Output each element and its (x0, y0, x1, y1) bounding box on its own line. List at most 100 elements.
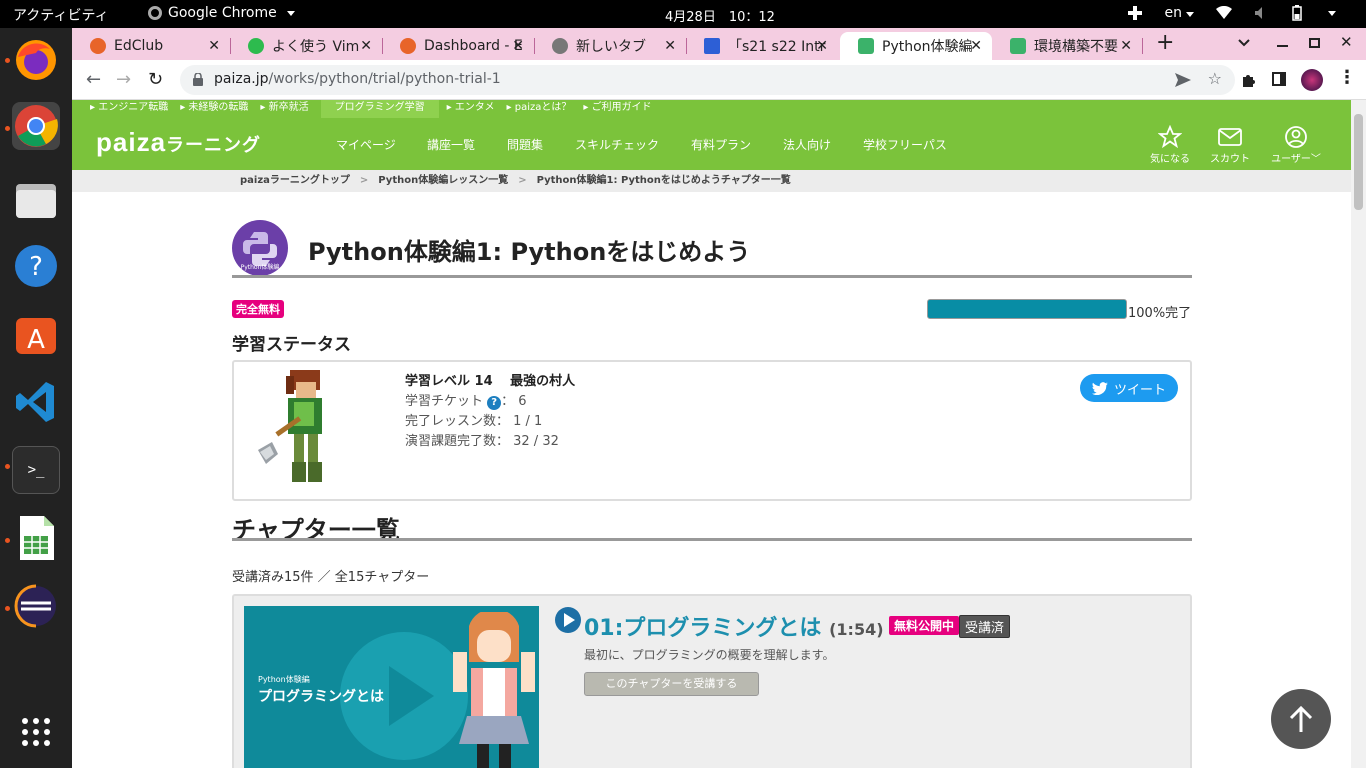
nav-scout[interactable]: スカウト (1204, 124, 1256, 165)
bookmark-star-icon[interactable]: ☆ (1208, 69, 1222, 88)
nav-business[interactable]: 法人向け (783, 136, 831, 153)
tab-close-icon[interactable]: ✕ (360, 38, 372, 54)
tab-close-icon[interactable]: ✕ (970, 38, 982, 54)
restore-icon[interactable] (1309, 38, 1320, 48)
language-indicator[interactable]: en (1165, 5, 1194, 21)
extensions-icon[interactable] (1241, 72, 1257, 88)
profile-avatar[interactable] (1301, 69, 1323, 91)
url-bar[interactable]: paiza.jp/works/python/trial/python-trial… (180, 65, 1235, 95)
forward-icon[interactable]: → (116, 69, 131, 90)
avatar-character (258, 370, 322, 482)
nav-courses[interactable]: 講座一覧 (427, 136, 475, 153)
take-chapter-button[interactable]: このチャプターを受講する (584, 672, 759, 696)
completed-tag: 受講済 (959, 615, 1011, 638)
help-icon[interactable]: ? (12, 242, 60, 290)
nav-user[interactable]: ユーザー﹀ (1268, 124, 1324, 165)
level-text: 学習レベル 14 最強の村人 (405, 374, 576, 389)
app-menu[interactable]: Google Chrome (148, 5, 295, 21)
gamepad-icon[interactable] (1127, 5, 1143, 21)
address-bar-row: ← → ↻ paiza.jp/works/python/trial/python… (72, 60, 1366, 100)
tab-3[interactable]: 新しいタブ ✕ (534, 32, 686, 60)
vscode-icon[interactable] (12, 378, 60, 426)
chapter-thumbnail[interactable]: Python体験編 プログラミングとは (244, 606, 539, 768)
lock-icon[interactable] (193, 73, 203, 86)
page-scrollbar[interactable] (1351, 100, 1366, 768)
play-circle-icon[interactable] (554, 606, 582, 634)
breadcrumb-link[interactable]: Python体験編レッスン一覧 (378, 175, 508, 186)
chapters-summary: 受講済み15件 ／ 全15チャプター (232, 570, 430, 585)
scroll-to-top-button[interactable] (1271, 689, 1331, 749)
gnav-item[interactable]: ▸ ご利用ガイド (583, 100, 663, 118)
breadcrumb-link[interactable]: paizaラーニングトップ (240, 175, 350, 186)
exercises-count: 演習課題完了数： 32 / 32 (405, 434, 559, 449)
tab-6[interactable]: 環境構築不要 ✕ (992, 32, 1142, 60)
free-badge: 完全無料 (232, 300, 284, 318)
wifi-icon[interactable] (1216, 6, 1232, 20)
tab-4[interactable]: 「s21 s22 Intr ✕ (686, 32, 838, 60)
nav-paid-plan[interactable]: 有料プラン (691, 136, 751, 153)
clock[interactable]: 4月28日 10：12 (665, 6, 775, 25)
tweet-button[interactable]: ツイート (1080, 374, 1178, 402)
tab-close-icon[interactable]: ✕ (664, 38, 676, 54)
close-window-icon[interactable]: ✕ (1340, 33, 1353, 51)
tab-close-icon[interactable]: ✕ (512, 38, 524, 54)
eclipse-icon[interactable] (12, 582, 60, 630)
web-page: ▸ エンジニア転職 ▸ 未経験の転職 ▸ 新卒就活 プログラミング学習 ▸ エン… (72, 100, 1351, 768)
tab-close-icon[interactable]: ✕ (816, 38, 828, 54)
tab-favicon (400, 38, 416, 54)
gnav-item[interactable]: ▸ エンジニア転職 (90, 100, 180, 118)
gnav-item[interactable]: ▸ エンタメ (439, 100, 507, 118)
chapter-card: Python体験編 プログラミングとは 01:プログラミングとは (1:54) … (232, 594, 1192, 768)
tab-close-icon[interactable]: ✕ (1120, 38, 1132, 54)
nav-favorites[interactable]: 気になる (1144, 124, 1196, 165)
nav-school[interactable]: 学校フリーパス (863, 136, 947, 153)
nav-mypage[interactable]: マイページ (336, 136, 396, 153)
menu-kebab-icon[interactable]: ⋮ (1338, 67, 1356, 88)
tab-1[interactable]: よく使う Vim ✕ (230, 32, 382, 60)
nav-problems[interactable]: 問題集 (507, 136, 543, 153)
send-icon[interactable] (1175, 73, 1191, 87)
tab-favicon (1010, 38, 1026, 54)
ticket-row: 学習チケット ?： 6 (405, 394, 527, 410)
app-name: Google Chrome (168, 5, 277, 21)
chapter-description: 最初に、プログラミングの概要を理解します。 (584, 648, 835, 662)
system-menu-arrow[interactable] (1328, 10, 1336, 16)
tab-2[interactable]: Dashboard - E ✕ (382, 32, 534, 60)
chrome-icon[interactable] (12, 102, 60, 150)
chapter-title[interactable]: 01:プログラミングとは (1:54) (584, 610, 884, 642)
minimize-icon[interactable] (1277, 45, 1288, 47)
reload-icon[interactable]: ↻ (148, 69, 163, 90)
paiza-logo[interactable]: paizaラーニング (96, 127, 261, 158)
user-icon (1285, 126, 1307, 148)
tab-search-icon[interactable] (1238, 39, 1250, 47)
battery-icon[interactable] (1292, 5, 1302, 21)
scrollbar-thumb[interactable] (1354, 114, 1363, 210)
tab-0[interactable]: EdClub ✕ (72, 32, 230, 60)
spreadsheet-icon[interactable] (12, 514, 60, 562)
gnav-item-current[interactable]: プログラミング学習 (320, 100, 439, 118)
terminal-icon[interactable]: >_ (12, 446, 60, 494)
side-panel-icon[interactable] (1272, 72, 1286, 86)
firefox-icon[interactable] (12, 36, 60, 84)
back-icon[interactable]: ← (86, 69, 101, 90)
tab-favicon (704, 38, 720, 54)
show-apps-icon[interactable] (12, 708, 60, 756)
browser-chrome: EdClub ✕ よく使う Vim ✕ Dashboard - E ✕ 新しいタブ ✕ … (72, 28, 1366, 100)
software-store-icon[interactable]: A (12, 310, 60, 358)
files-icon[interactable] (12, 176, 60, 224)
status-heading: 学習ステータス (232, 335, 351, 355)
help-circle-icon[interactable]: ? (487, 396, 502, 410)
gnav-item[interactable]: ▸ paizaとは？ (507, 100, 584, 118)
nav-skillcheck[interactable]: スキルチェック (575, 136, 659, 153)
gnav-item[interactable]: ▸ 新卒就活 (260, 100, 320, 118)
new-tab-button[interactable]: + (1156, 30, 1174, 55)
svg-text:A: A (27, 325, 45, 355)
gnav-item[interactable]: ▸ 未経験の転職 (180, 100, 260, 118)
tab-close-icon[interactable]: ✕ (208, 38, 220, 54)
page-title: Python体験編1: Pythonをはじめよう (308, 238, 751, 266)
breadcrumb: paizaラーニングトップ > Python体験編レッスン一覧 > Python体験編1… (72, 170, 1351, 192)
volume-icon[interactable] (1254, 6, 1270, 20)
tab-5-active[interactable]: Python体験編 ✕ (840, 32, 992, 60)
tab-strip: EdClub ✕ よく使う Vim ✕ Dashboard - E ✕ 新しいタブ ✕ … (72, 28, 1366, 60)
activities-button[interactable]: アクティビティ (13, 5, 109, 25)
